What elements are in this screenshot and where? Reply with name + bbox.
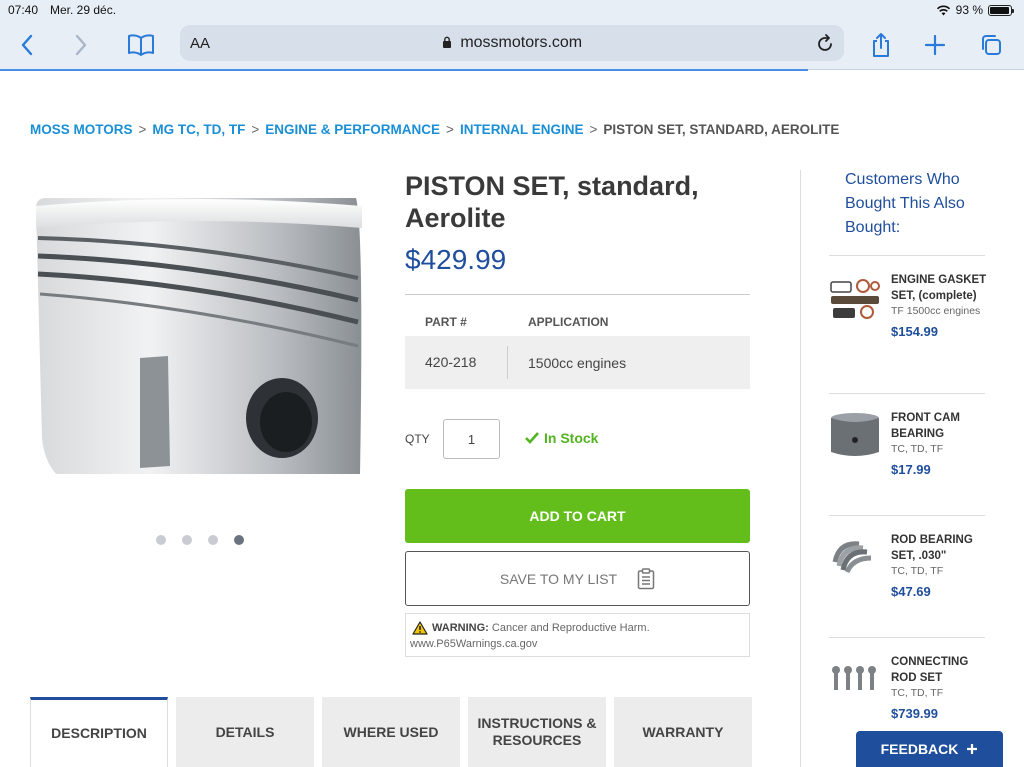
status-date: Mer. 29 déc. — [50, 3, 117, 17]
page-load-progress — [0, 69, 808, 71]
share-icon[interactable] — [866, 30, 896, 60]
bookmarks-icon[interactable] — [126, 30, 156, 60]
related-product-name[interactable]: FRONT CAM BEARING — [891, 410, 987, 442]
breadcrumb-separator: > — [251, 122, 260, 137]
related-product-price: $47.69 — [891, 584, 931, 599]
url-text: mossmotors.com — [460, 34, 583, 51]
carousel-dot[interactable] — [208, 535, 218, 545]
divider — [405, 294, 750, 295]
carousel-dot[interactable] — [156, 535, 166, 545]
add-to-cart-button[interactable]: ADD TO CART — [405, 489, 750, 543]
product-image-piston[interactable] — [36, 198, 364, 474]
checkmark-icon — [525, 432, 539, 444]
carousel-dot[interactable] — [234, 535, 244, 545]
related-product-price: $154.99 — [891, 324, 938, 339]
tab-instructions-resources[interactable]: INSTRUCTIONS & RESOURCES — [468, 697, 606, 767]
ios-status-bar: 07:40 Mer. 29 déc. 93 % — [0, 0, 1024, 22]
carousel-dots — [156, 535, 244, 545]
sidebar-title: Customers Who Bought This Also Bought: — [845, 171, 965, 236]
related-product-name[interactable]: CONNECTING ROD SET — [891, 654, 987, 686]
quantity-input[interactable] — [443, 419, 500, 459]
breadcrumb-current: PISTON SET, STANDARD, AEROLITE — [603, 122, 840, 137]
related-product-info: CONNECTING ROD SET TC, TD, TF $739.99 — [891, 654, 987, 721]
status-time: 07:40 — [8, 3, 39, 17]
battery-icon — [988, 4, 1014, 16]
related-product-info: FRONT CAM BEARING TC, TD, TF $17.99 — [891, 410, 987, 477]
qty-label: QTY — [405, 432, 430, 446]
breadcrumb-mg-tc-td-tf[interactable]: MG TC, TD, TF — [152, 122, 245, 137]
lock-icon — [442, 36, 451, 48]
wifi-icon — [936, 5, 950, 15]
clipboard-icon — [637, 567, 655, 589]
plus-icon — [967, 744, 978, 754]
tab-details[interactable]: DETAILS — [176, 697, 314, 767]
breadcrumb-separator: > — [589, 122, 598, 137]
spec-table-header: PART # APPLICATION — [405, 308, 750, 336]
reload-icon[interactable] — [816, 33, 834, 58]
breadcrumb-separator: > — [446, 122, 454, 137]
product-title: PISTON SET, standard, Aerolite — [405, 171, 699, 233]
related-product-name[interactable]: ENGINE GASKET SET, (complete) — [891, 272, 987, 304]
related-product-application: TF 1500cc engines — [891, 305, 981, 317]
warning-triangle-icon — [412, 621, 428, 635]
new-tab-icon[interactable] — [920, 30, 950, 60]
application-header: APPLICATION — [528, 315, 609, 329]
breadcrumb-moss-motors[interactable]: MOSS MOTORS — [30, 122, 133, 137]
carousel-dot[interactable] — [182, 535, 192, 545]
related-product-application: TC, TD, TF — [891, 443, 944, 455]
save-to-list-button[interactable]: SAVE TO MY LIST — [405, 551, 750, 606]
breadcrumb: MOSS MOTORS > MG TC, TD, TF > ENGINE & P… — [30, 122, 839, 137]
breadcrumb-engine-performance[interactable]: ENGINE & PERFORMANCE — [265, 122, 440, 137]
feedback-button[interactable]: FEEDBACK — [856, 731, 1003, 767]
tab-description[interactable]: DESCRIPTION — [30, 697, 168, 767]
url-display[interactable]: mossmotors.com — [180, 34, 844, 52]
related-product-name[interactable]: ROD BEARING SET, .030" — [891, 532, 987, 564]
back-icon[interactable] — [12, 30, 42, 60]
spec-table-row: 420-218 1500cc engines — [405, 336, 750, 389]
status-right: 93 % — [936, 3, 1014, 17]
part-number-value: 420-218 — [405, 346, 508, 379]
battery-percent: 93 % — [955, 3, 983, 17]
address-bar[interactable]: AA mossmotors.com — [180, 25, 844, 61]
tab-where-used[interactable]: WHERE USED — [322, 697, 460, 767]
related-product-info: ROD BEARING SET, .030" TC, TD, TF $47.69 — [891, 532, 987, 599]
connecting-rod-image — [829, 654, 881, 704]
save-to-list-label: SAVE TO MY LIST — [499, 570, 618, 587]
related-product-price: $739.99 — [891, 706, 938, 721]
related-product-info: ENGINE GASKET SET, (complete) TF 1500cc … — [891, 272, 987, 339]
related-product-price: $17.99 — [891, 462, 931, 477]
tab-warranty[interactable]: WARRANTY — [614, 697, 752, 767]
gasket-set-image — [829, 272, 881, 322]
sidebar-divider — [800, 170, 801, 767]
cam-bearing-image — [829, 410, 881, 460]
prop65-warning: WARNING: Cancer and Reproductive Harm. w… — [405, 613, 750, 657]
p65-warnings-link[interactable]: www.P65Warnings.ca.gov — [410, 638, 537, 650]
warning-label: WARNING: — [432, 622, 489, 634]
stock-status-text: In Stock — [544, 430, 599, 446]
rod-bearing-image — [829, 532, 881, 582]
part-number-header: PART # — [425, 315, 467, 329]
related-product-cam-bearing[interactable]: FRONT CAM BEARING TC, TD, TF $17.99 — [829, 393, 985, 515]
tabs-overview-icon[interactable] — [976, 30, 1006, 60]
related-product-application: TC, TD, TF — [891, 565, 944, 577]
product-tabs: DESCRIPTION DETAILS WHERE USED INSTRUCTIONS… — [30, 697, 752, 767]
forward-icon[interactable] — [66, 30, 96, 60]
safari-toolbar: AA mossmotors.com — [0, 22, 1024, 70]
application-value: 1500cc engines — [528, 354, 627, 371]
warning-text: Cancer and Reproductive Harm. — [491, 622, 650, 634]
spec-table: PART # APPLICATION 420-218 1500cc engine… — [405, 308, 750, 389]
product-price: $429.99 — [405, 244, 507, 275]
feedback-label: FEEDBACK — [880, 741, 959, 757]
related-product-gasket-set[interactable]: ENGINE GASKET SET, (complete) TF 1500cc … — [829, 255, 987, 393]
related-product-application: TC, TD, TF — [891, 687, 944, 699]
stock-status: In Stock — [525, 430, 598, 446]
related-product-rod-bearing[interactable]: ROD BEARING SET, .030" TC, TD, TF $47.69 — [829, 515, 985, 637]
breadcrumb-internal-engine[interactable]: INTERNAL ENGINE — [460, 122, 584, 137]
breadcrumb-separator: > — [138, 122, 147, 137]
